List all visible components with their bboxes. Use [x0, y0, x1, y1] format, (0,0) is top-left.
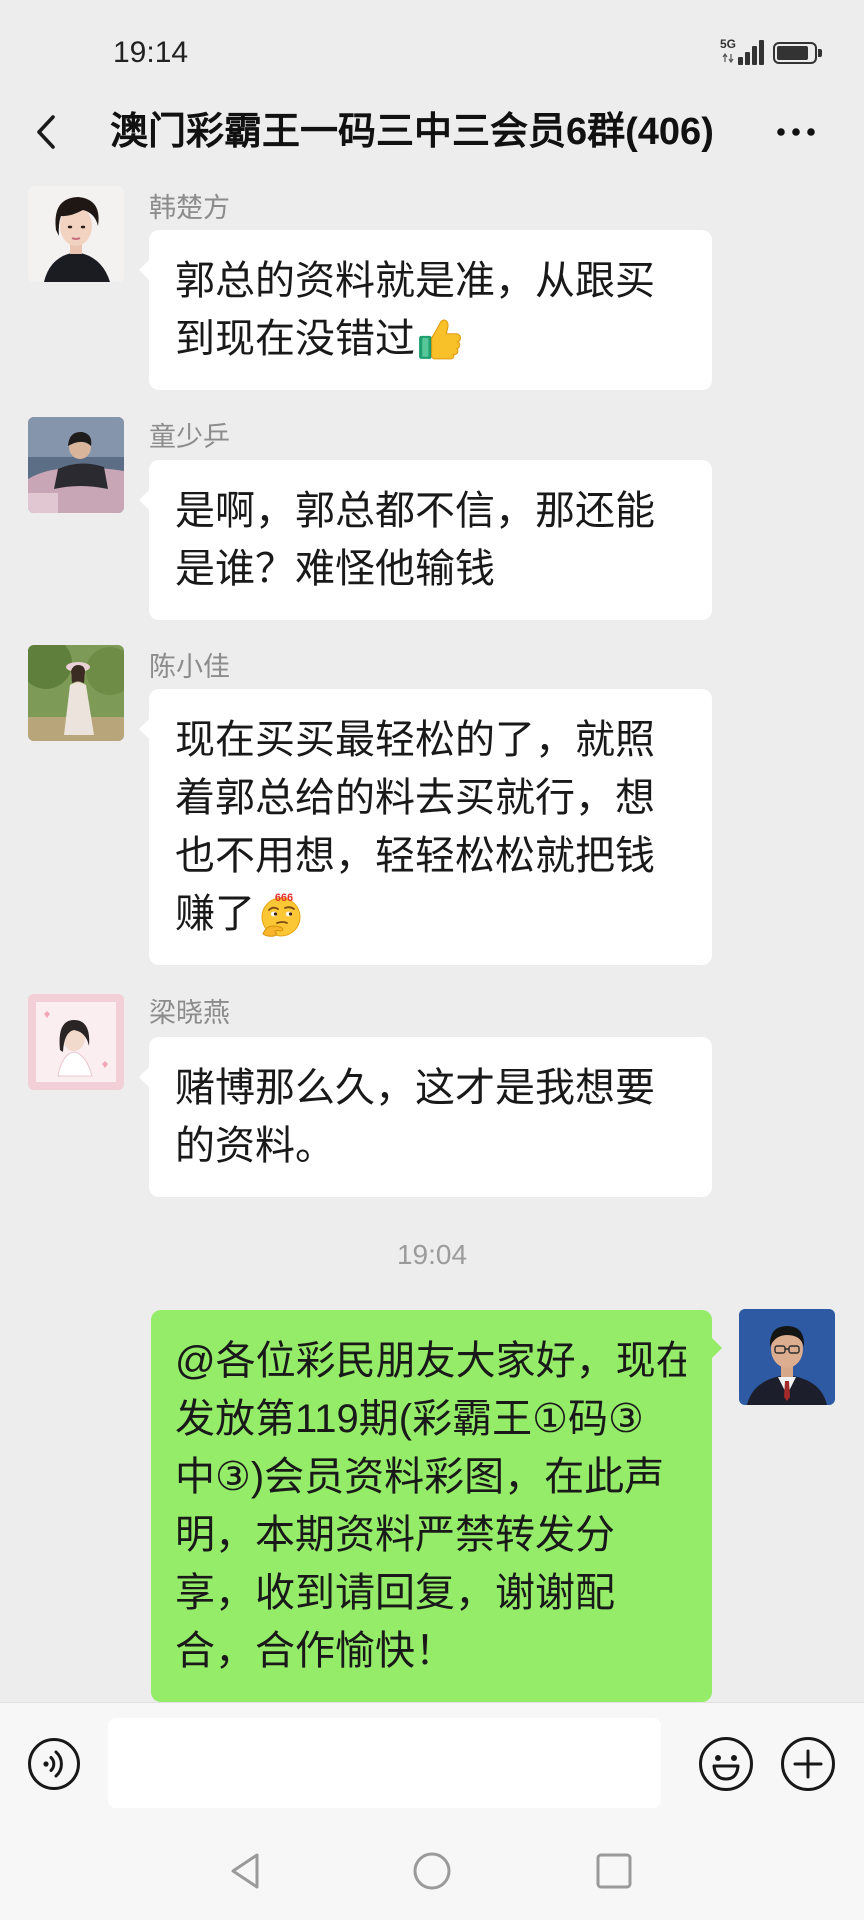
network-type-label: 5G: [720, 37, 737, 51]
message-text-line: 赌博那么久，这才是我想要: [175, 1066, 655, 1110]
avatar-liang-xiaoyan[interactable]: [28, 994, 124, 1090]
signal-bars-icon: 5G: [720, 38, 766, 66]
group-title: 澳门彩霸王一码三中三会员6群(406): [110, 111, 714, 153]
nav-home-circle-icon[interactable]: [412, 1851, 452, 1891]
status-time: 19:14: [113, 36, 189, 69]
message-text-line: 郭总的资料就是准，从跟买: [175, 259, 655, 303]
message-text: 到现在没错过: [175, 317, 415, 361]
message-text-line: 也不用想，轻轻松松就把钱: [175, 834, 655, 878]
emoji-smile-icon[interactable]: [698, 1736, 754, 1792]
emoji-caption: 666: [275, 892, 293, 904]
sender-name: 童少乒: [149, 422, 230, 452]
message-input-bar: [0, 1702, 864, 1822]
message-text-line: 赚了 666: [175, 885, 686, 943]
chat-message-list[interactable]: 韩楚方 郭总的资料就是准，从跟买 到现在没错过 童少乒 是啊，郭总都不信，那还能…: [0, 184, 864, 1702]
message-text-line: 是啊，郭总都不信，那还能: [175, 489, 655, 533]
sender-name: 陈小佳: [149, 652, 230, 682]
battery-body: [773, 42, 817, 64]
message-text-line: 中③)会员资料彩图，在此声: [175, 1455, 665, 1499]
avatar-chen-xiaojia[interactable]: [28, 645, 124, 741]
message-text-line: @各位彩民朋友大家好，现在: [175, 1339, 686, 1383]
more-button[interactable]: [768, 114, 824, 150]
message-text-input[interactable]: [108, 1718, 661, 1808]
sender-name: 梁晓燕: [149, 998, 230, 1028]
avatar-tong-shaoping[interactable]: [28, 417, 124, 513]
battery-inner: [777, 46, 813, 60]
message-timestamp: 19:04: [396, 1239, 468, 1270]
message-text-line: 现在买买最轻松的了，就照: [175, 718, 655, 762]
avatar-photo: [28, 186, 124, 282]
message-text-line: 是谁？难怪他输钱: [175, 547, 495, 591]
message-bubble[interactable]: 郭总的资料就是准，从跟买 到现在没错过: [139, 230, 712, 390]
status-bar: 19:14 5G: [0, 0, 864, 86]
system-navigation-bar: [0, 1822, 864, 1920]
avatar-self[interactable]: [739, 1309, 835, 1405]
message-text-line: 明，本期资料严禁转发分: [175, 1513, 615, 1557]
data-arrows-icon: [722, 53, 734, 63]
message-bubble[interactable]: 是啊，郭总都不信，那还能 是谁？难怪他输钱: [139, 460, 712, 620]
plus-circle-icon[interactable]: [780, 1736, 836, 1792]
back-button[interactable]: [26, 108, 66, 156]
sender-name: 韩楚方: [149, 193, 230, 223]
own-message-bubble[interactable]: @各位彩民朋友大家好，现在 发放第119期(彩霸王①码③ 中③)会员资料彩图，在…: [151, 1310, 722, 1702]
message-bubble[interactable]: 现在买买最轻松的了，就照 着郭总给的料去买就行，想 也不用想，轻轻松松就把钱 赚…: [139, 689, 712, 965]
chevron-left-icon: [37, 115, 55, 149]
avatar-photo: [739, 1309, 835, 1405]
thinking-666-emoji-icon: 666: [257, 890, 305, 938]
nav-back-triangle-icon[interactable]: [225, 1851, 265, 1891]
message-text-line: 发放第119期(彩霸王①码③: [175, 1397, 644, 1441]
message-text-line: 享，收到请回复，谢谢配: [175, 1571, 615, 1615]
message-text-line: 着郭总给的料去买就行，想: [175, 776, 655, 820]
message-text-line: 合，合作愉快！: [175, 1629, 455, 1673]
signal-strength-bars: [738, 40, 764, 65]
voice-input-icon[interactable]: [27, 1737, 81, 1791]
avatar-photo: [28, 645, 124, 741]
more-dots-icon: [777, 128, 815, 136]
message-text-line: 到现在没错过: [175, 310, 686, 368]
chat-header: 澳门彩霸王一码三中三会员6群(406): [0, 86, 864, 184]
message-bubble[interactable]: 赌博那么久，这才是我想要 的资料。: [139, 1037, 712, 1197]
message-text-line: 的资料。: [175, 1124, 335, 1168]
avatar-photo: [28, 417, 124, 513]
battery-fill: [777, 46, 808, 60]
battery-icon: [773, 42, 823, 64]
nav-recents-square-icon[interactable]: [596, 1853, 632, 1889]
avatar-han-chufang[interactable]: [28, 186, 124, 282]
avatar-photo: [28, 994, 124, 1090]
battery-cap: [818, 49, 822, 57]
thumbs-up-emoji-icon: [417, 316, 463, 362]
message-text: 赚了: [175, 892, 255, 936]
